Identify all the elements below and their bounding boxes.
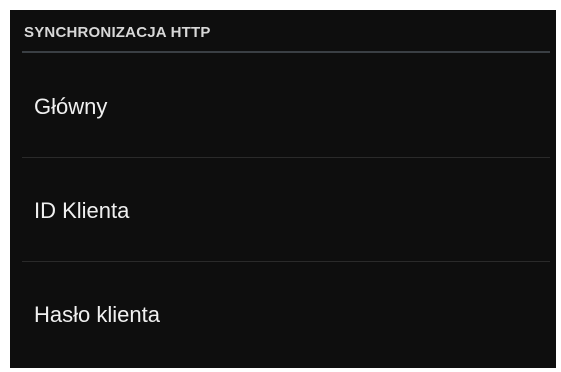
pref-item-main[interactable]: Główny: [10, 54, 556, 158]
pref-item-client-id[interactable]: ID Klienta: [10, 158, 556, 262]
section-title: SYNCHRONIZACJA HTTP: [24, 24, 211, 41]
section-divider: [22, 51, 550, 53]
section-header: SYNCHRONIZACJA HTTP: [10, 10, 556, 54]
pref-item-label: Hasło klienta: [34, 302, 160, 327]
preference-list: Główny ID Klienta Hasło klienta: [10, 54, 556, 366]
pref-item-client-password[interactable]: Hasło klienta: [10, 262, 556, 366]
settings-panel: SYNCHRONIZACJA HTTP Główny ID Klienta Ha…: [10, 10, 556, 368]
pref-item-label: Główny: [34, 94, 108, 119]
pref-item-label: ID Klienta: [34, 198, 130, 223]
